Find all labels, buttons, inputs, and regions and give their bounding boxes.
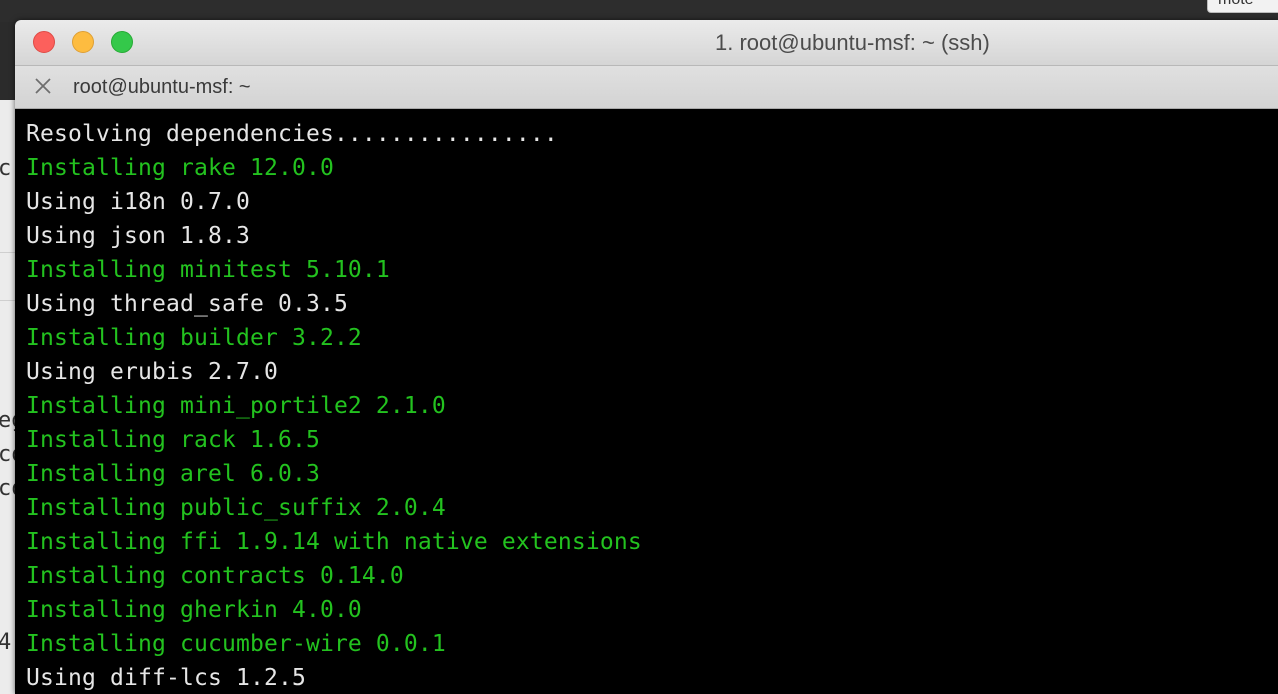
window-close-button[interactable]: [33, 31, 55, 53]
tab-bar: root@ubuntu-msf: ~: [15, 66, 1278, 109]
terminal-line: Resolving dependencies................: [26, 121, 558, 147]
terminal-window: 1. root@ubuntu-msf: ~ (ssh) root@ubuntu-…: [15, 20, 1278, 694]
background-window-corner-text: mote: [1218, 0, 1254, 9]
terminal-line: Using diff-lcs 1.2.5: [26, 665, 306, 691]
terminal-line: Installing rack 1.6.5: [26, 427, 320, 453]
terminal-line: Installing mini_portile2 2.1.0: [26, 393, 446, 419]
terminal-output[interactable]: Resolving dependencies................ In…: [15, 109, 1278, 694]
terminal-line: Installing public_suffix 2.0.4: [26, 495, 446, 521]
desktop-top-bar: [0, 0, 1278, 22]
window-minimize-button[interactable]: [72, 31, 94, 53]
terminal-line: Installing cucumber-wire 0.0.1: [26, 631, 446, 657]
terminal-line: Installing contracts 0.14.0: [26, 563, 404, 589]
close-icon[interactable]: [33, 76, 53, 96]
terminal-line: Installing rake 12.0.0: [26, 155, 334, 181]
terminal-line: Installing minitest 5.10.1: [26, 257, 390, 283]
terminal-line: Installing gherkin 4.0.0: [26, 597, 362, 623]
terminal-line: Using i18n 0.7.0: [26, 189, 250, 215]
window-title: 1. root@ubuntu-msf: ~ (ssh): [715, 30, 990, 55]
terminal-line: Installing ffi 1.9.14 with native extens…: [26, 529, 642, 555]
window-zoom-button[interactable]: [111, 31, 133, 53]
background-window-corner: mote: [1207, 0, 1278, 13]
terminal-line: Installing arel 6.0.3: [26, 461, 320, 487]
tab-ssh-session[interactable]: root@ubuntu-msf: ~: [73, 76, 251, 99]
terminal-line: Using json 1.8.3: [26, 223, 250, 249]
background-text-fragment: c: [0, 156, 12, 181]
title-bar[interactable]: 1. root@ubuntu-msf: ~ (ssh): [15, 20, 1278, 66]
terminal-line: Using erubis 2.7.0: [26, 359, 278, 385]
terminal-line: Using thread_safe 0.3.5: [26, 291, 348, 317]
terminal-line: Installing builder 3.2.2: [26, 325, 362, 351]
